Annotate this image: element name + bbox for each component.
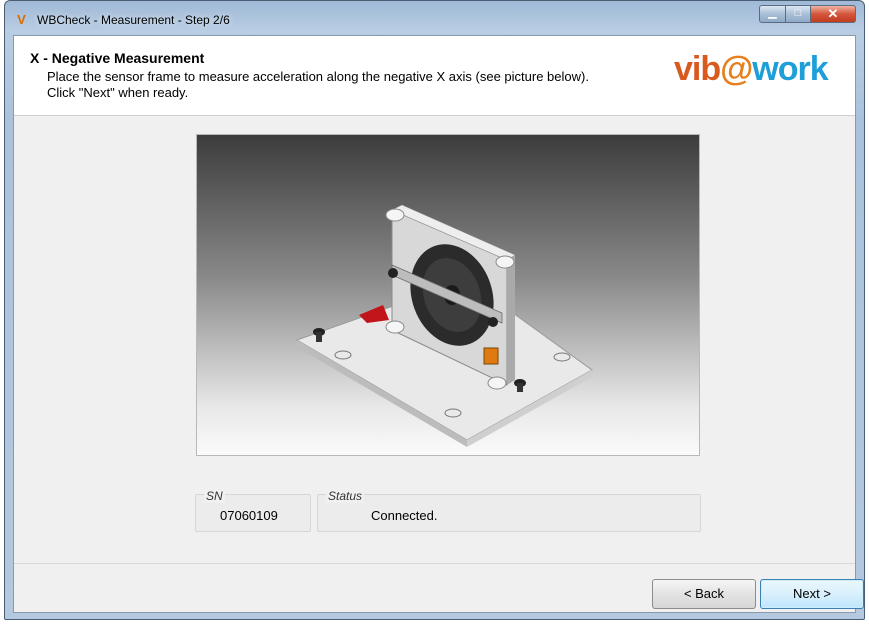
next-button[interactable]: Next > <box>760 579 864 609</box>
sn-label: SN <box>204 489 225 503</box>
step-instructions: Place the sensor frame to measure accele… <box>47 69 589 100</box>
maximize-icon: □ <box>794 7 802 19</box>
back-button[interactable]: < Back <box>652 579 756 609</box>
app-icon: V <box>17 12 26 27</box>
wizard-header: X - Negative Measurement Place the senso… <box>14 36 855 116</box>
title-bar[interactable]: V WBCheck - Measurement - Step 2/6 ▁ □ ✕ <box>5 1 864 35</box>
minimize-icon: ▁ <box>768 7 777 19</box>
vibatwork-logo: vib@work <box>674 50 829 88</box>
maximize-button[interactable]: □ <box>785 5 811 23</box>
dialog-content: X - Negative Measurement Place the senso… <box>13 35 864 613</box>
window-title: WBCheck - Measurement - Step 2/6 <box>37 13 230 27</box>
status-group: Status Connected. <box>317 489 701 532</box>
status-value: Connected. <box>371 508 438 523</box>
sensor-frame-picture <box>196 134 700 456</box>
serial-number-group: SN 07060109 <box>195 489 311 532</box>
status-label: Status <box>326 489 365 503</box>
sn-value: 07060109 <box>220 508 278 523</box>
app-window: V WBCheck - Measurement - Step 2/6 ▁ □ ✕… <box>4 0 865 620</box>
sensor-frame-illustration <box>295 204 593 447</box>
step-title: X - Negative Measurement <box>30 50 205 66</box>
close-icon: ✕ <box>827 6 839 21</box>
footer-divider <box>14 563 855 564</box>
minimize-button[interactable]: ▁ <box>759 5 786 23</box>
close-button[interactable]: ✕ <box>810 5 856 23</box>
